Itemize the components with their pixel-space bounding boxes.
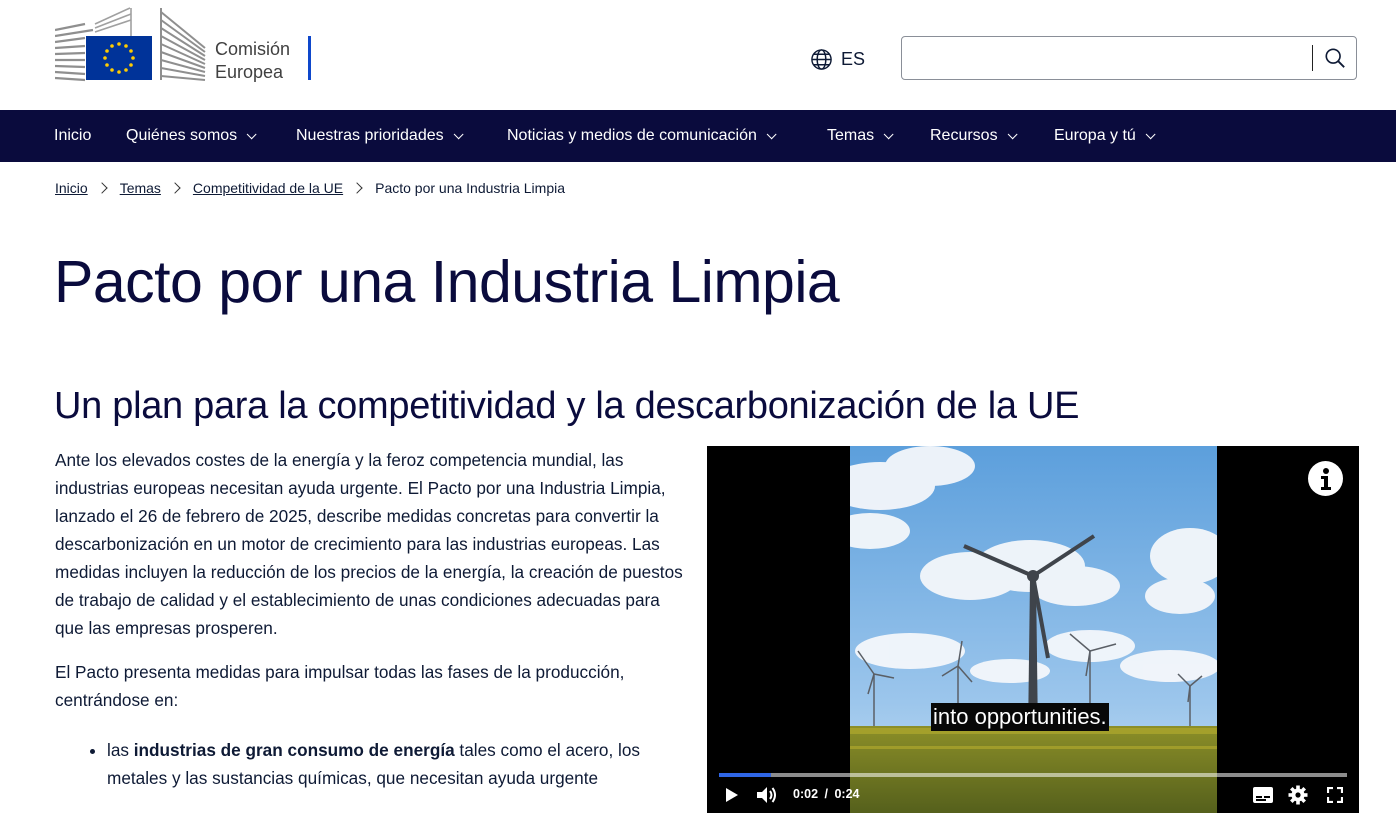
nav-item-label: Recursos <box>930 127 998 144</box>
language-selector[interactable]: ES <box>810 46 865 72</box>
search-box <box>901 36 1357 80</box>
video-info-button[interactable] <box>1308 461 1343 496</box>
list-item: las industrias de gran consumo de energí… <box>107 736 683 792</box>
video-caption: into opportunities. <box>931 703 1109 731</box>
video-player[interactable]: into opportunities. 0:02 / 0:24 <box>707 446 1359 813</box>
chevron-right-icon <box>169 182 181 194</box>
logo-line-1: Comisión <box>215 39 291 59</box>
logo-line-2: Europea <box>215 62 284 82</box>
video-current-time: 0:02 <box>793 787 819 801</box>
nav-item-nuestras-prioridades[interactable]: Nuestras prioridades <box>296 110 464 162</box>
chevron-down-icon <box>1007 128 1018 139</box>
chevron-down-icon <box>766 128 777 139</box>
nav-item-inicio[interactable]: Inicio <box>54 110 91 162</box>
nav-item-label: Nuestras prioridades <box>296 127 444 144</box>
fullscreen-button[interactable] <box>1324 780 1346 810</box>
nav-item-noticias[interactable]: Noticias y medios de comunicación <box>507 110 777 162</box>
gear-icon <box>1288 785 1308 805</box>
nav-item-label: Europa y tú <box>1054 127 1136 144</box>
list-item-prefix: las <box>107 740 134 760</box>
chevron-down-icon <box>246 128 257 139</box>
focus-list: las industrias de gran consumo de energí… <box>55 736 683 792</box>
video-progress-bar[interactable] <box>719 773 1347 777</box>
page-title: Pacto por una Industria Limpia <box>54 249 840 315</box>
european-commission-logo[interactable]: Comisión Europea <box>54 6 315 84</box>
breadcrumb-link-temas[interactable]: Temas <box>120 180 161 196</box>
settings-button[interactable] <box>1287 780 1309 810</box>
wind-turbine-video-frame <box>850 446 1217 813</box>
breadcrumb-link-inicio[interactable]: Inicio <box>55 180 88 196</box>
nav-item-label: Temas <box>827 127 875 144</box>
main-navigation: Inicio Quiénes somos Nuestras prioridade… <box>0 110 1396 162</box>
logo-text: Comisión Europea <box>215 38 290 84</box>
breadcrumb-current: Pacto por una Industria Limpia <box>375 180 565 196</box>
play-icon <box>726 788 738 802</box>
video-time: 0:02 / 0:24 <box>793 787 860 801</box>
play-button[interactable] <box>721 780 743 810</box>
logo-accent-bar <box>308 36 311 80</box>
chevron-down-icon <box>453 128 464 139</box>
nav-item-quienes-somos[interactable]: Quiénes somos <box>126 110 257 162</box>
video-controls: 0:02 / 0:24 <box>707 780 1359 810</box>
search-input[interactable] <box>902 37 1310 79</box>
search-button[interactable] <box>1314 37 1356 79</box>
paragraph: El Pacto presenta medidas para impulsar … <box>55 662 625 710</box>
nav-item-europa-y-tu[interactable]: Europa y tú <box>1054 110 1156 162</box>
chevron-right-icon <box>96 182 108 194</box>
article-body: Ante los elevados costes de la energía y… <box>55 446 683 792</box>
list-item-bold: industrias de gran consumo de energía <box>133 740 455 760</box>
globe-icon <box>811 48 832 70</box>
fullscreen-icon <box>1327 787 1343 803</box>
subtitles-button[interactable] <box>1252 780 1274 810</box>
video-time-separator: / <box>824 787 828 801</box>
video-frame <box>850 446 1217 813</box>
info-icon <box>1320 467 1331 490</box>
breadcrumb-link-competitividad[interactable]: Competitividad de la UE <box>193 180 343 196</box>
language-code: ES <box>841 48 866 69</box>
eu-flag-logo-graphic <box>54 7 206 82</box>
subtitles-icon <box>1253 787 1273 803</box>
search-separator <box>1312 45 1313 71</box>
nav-item-temas[interactable]: Temas <box>827 110 894 162</box>
paragraph: Ante los elevados costes de la energía y… <box>55 450 683 638</box>
search-icon <box>1325 48 1345 68</box>
video-duration: 0:24 <box>834 787 860 801</box>
breadcrumb: Inicio Temas Competitividad de la UE Pac… <box>55 178 565 198</box>
chevron-down-icon <box>883 128 894 139</box>
nav-item-recursos[interactable]: Recursos <box>930 110 1018 162</box>
volume-button[interactable] <box>755 780 779 810</box>
section-title: Un plan para la competitividad y la desc… <box>54 385 1080 427</box>
volume-icon <box>757 787 776 803</box>
chevron-down-icon <box>1145 128 1156 139</box>
video-progress-fill <box>719 773 772 777</box>
nav-item-label: Noticias y medios de comunicación <box>507 127 757 144</box>
nav-item-label: Inicio <box>54 127 92 144</box>
chevron-right-icon <box>351 182 363 194</box>
site-header: Comisión Europea ES <box>0 0 1396 110</box>
nav-item-label: Quiénes somos <box>126 127 238 144</box>
